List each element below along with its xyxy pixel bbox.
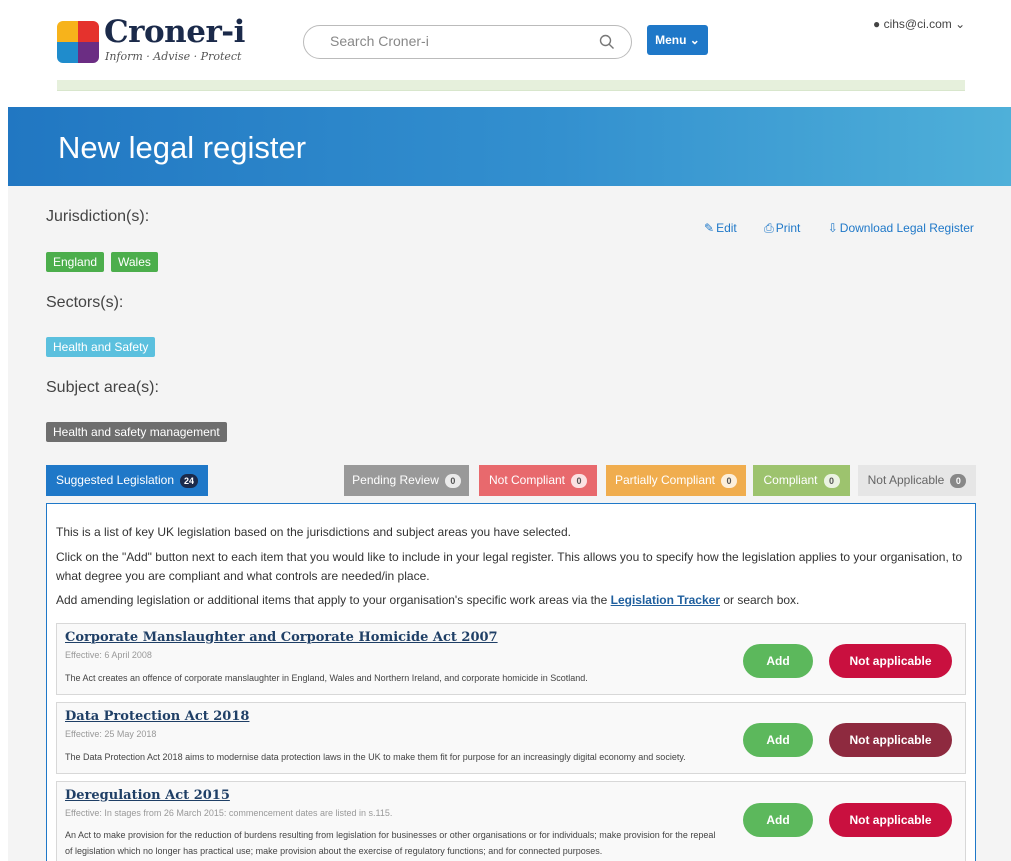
tab-count-badge: 0: [823, 473, 840, 488]
sectors-label: Sectors(s):: [46, 294, 124, 311]
download-icon: ⇩: [827, 221, 838, 235]
tab-count-badge: 24: [180, 473, 199, 488]
tab-not-applicable[interactable]: Not Applicable 0: [858, 465, 976, 496]
tab-suggested-legislation[interactable]: Suggested Legislation 24: [46, 465, 208, 496]
effective-date: Effective: In stages from 26 March 2015:…: [65, 808, 393, 818]
edit-icon: ✎: [704, 221, 715, 235]
tab-count-badge: 0: [950, 473, 967, 488]
notification-strip: [57, 80, 965, 91]
menu-button[interactable]: Menu ⌄: [647, 25, 708, 55]
print-icon: ⎙: [764, 221, 774, 235]
effective-date: Effective: 25 May 2018: [65, 729, 157, 739]
page-title: New legal register: [58, 130, 307, 165]
user-icon: ●: [873, 17, 881, 31]
subject-area-tag: Health and safety management: [46, 422, 227, 442]
user-menu[interactable]: ● cihs@ci.com ⌄: [873, 17, 965, 31]
tab-partially-compliant[interactable]: Partially Compliant 0: [606, 465, 746, 496]
jurisdiction-tag: Wales: [111, 252, 158, 272]
legislation-tracker-link[interactable]: Legislation Tracker: [611, 593, 720, 607]
logo-name: Croner-i: [104, 14, 245, 50]
jurisdiction-tag: England: [46, 252, 105, 272]
add-button[interactable]: Add: [743, 723, 813, 757]
tab-count-badge: 0: [444, 473, 461, 488]
search-input[interactable]: [330, 33, 580, 49]
intro-text: Click on the "Add" button next to each i…: [56, 550, 963, 583]
logo-mark-icon: [57, 21, 99, 63]
logo-tagline: Inform · Advise · Protect: [105, 50, 242, 63]
not-applicable-button[interactable]: Not applicable: [829, 723, 952, 757]
legislation-description: An Act to make provision for the reducti…: [65, 830, 716, 856]
search-box[interactable]: [303, 25, 632, 59]
legislation-title-link[interactable]: Data Protection Act 2018: [65, 709, 249, 724]
not-applicable-button[interactable]: Not applicable: [829, 644, 952, 678]
tab-pending-review[interactable]: Pending Review 0: [344, 465, 469, 496]
suggested-legislation-panel: This is a list of key UK legislation bas…: [46, 503, 976, 861]
intro-text: This is a list of key UK legislation bas…: [56, 525, 571, 539]
register-actions: ✎ Edit ⎙ Print ⇩ Download Legal Register: [704, 221, 974, 236]
edit-link[interactable]: ✎ Edit: [704, 221, 737, 235]
tab-not-compliant[interactable]: Not Compliant 0: [479, 465, 597, 496]
tab-compliant[interactable]: Compliant 0: [753, 465, 850, 496]
effective-date: Effective: 6 April 2008: [65, 650, 152, 660]
legislation-title-link[interactable]: Corporate Manslaughter and Corporate Hom…: [65, 630, 498, 645]
legislation-item: Data Protection Act 2018 Effective: 25 M…: [56, 702, 966, 774]
not-applicable-button[interactable]: Not applicable: [829, 803, 952, 837]
download-link[interactable]: ⇩ Download Legal Register: [828, 221, 974, 235]
legislation-item: Deregulation Act 2015 Effective: In stag…: [56, 781, 966, 861]
search-icon[interactable]: [599, 34, 615, 50]
intro-text: Add amending legislation or additional i…: [56, 593, 800, 607]
add-button[interactable]: Add: [743, 803, 813, 837]
legislation-description: The Act creates an offence of corporate …: [65, 673, 588, 683]
print-link[interactable]: ⎙ Print: [764, 221, 800, 235]
page-banner: New legal register: [8, 107, 1011, 186]
tab-count-badge: 0: [721, 473, 738, 488]
sector-tag: Health and Safety: [46, 337, 156, 357]
user-email: cihs@ci.com ⌄: [883, 17, 966, 31]
subject-area-label: Subject area(s):: [46, 379, 159, 396]
site-header: Croner-i Inform · Advise · Protect Menu …: [0, 0, 1011, 92]
legislation-title-link[interactable]: Deregulation Act 2015: [65, 788, 230, 803]
jurisdiction-label: Jurisdiction(s):: [46, 208, 150, 225]
croner-logo[interactable]: Croner-i Inform · Advise · Protect: [57, 14, 247, 68]
add-button[interactable]: Add: [743, 644, 813, 678]
tab-count-badge: 0: [571, 473, 588, 488]
legislation-description: The Data Protection Act 2018 aims to mod…: [65, 752, 686, 762]
legislation-item: Corporate Manslaughter and Corporate Hom…: [56, 623, 966, 695]
